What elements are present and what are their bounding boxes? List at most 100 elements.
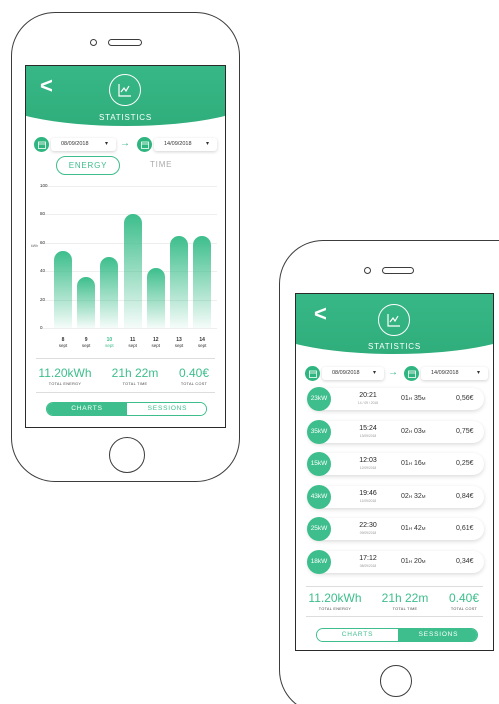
session-row[interactable]: 35kW 15:24 13/09/2018 02H 03M 0,75€ — [307, 419, 484, 444]
session-start-time: 17:12 — [359, 554, 377, 562]
session-row[interactable]: 15kW 12:03 12/09/2018 01H 16M 0,25€ — [307, 452, 484, 476]
session-row[interactable]: 18kW 17:12 08/09/2018 01H 20M 0,34€ — [307, 549, 484, 574]
session-row[interactable]: 43kW 19:46 11/09/2018 02H 32M 0,84€ — [307, 484, 484, 509]
to-date-value: 14/09/2018 — [431, 370, 459, 376]
chart-bar[interactable] — [77, 276, 96, 328]
y-tick-label: 20 — [40, 296, 46, 302]
calendar-icon[interactable] — [404, 366, 419, 381]
total-time-value: 21h 22m — [381, 591, 429, 605]
chart-bar[interactable] — [54, 251, 72, 328]
divider — [306, 586, 483, 587]
tab-charts[interactable]: CHARTS — [47, 403, 127, 415]
line-chart-icon — [109, 74, 141, 106]
grid-line — [40, 328, 217, 329]
home-button[interactable] — [380, 665, 412, 697]
x-tick-label: 12 sept — [151, 337, 161, 348]
chart-bar[interactable] — [193, 235, 212, 328]
session-start-time: 15:24 — [359, 424, 377, 432]
total-energy-label: TOTAL ENERGY — [48, 382, 82, 386]
session-duration: 01H 16M — [401, 460, 426, 467]
session-duration: 02H 32M — [401, 492, 426, 500]
session-duration: 01H 35M — [401, 395, 426, 402]
speaker-grille — [382, 267, 414, 274]
x-tick-label: 8 sept — [58, 337, 68, 348]
from-date-value: 08/09/2018 — [61, 141, 89, 147]
from-date-dropdown[interactable]: 08/09/2018 ▾ — [322, 367, 384, 380]
grid-line — [40, 186, 217, 187]
calendar-icon[interactable] — [137, 137, 152, 152]
session-power-badge: 25kW — [307, 517, 331, 541]
chart-bar[interactable] — [123, 214, 142, 328]
y-tick-label: 40 — [40, 268, 46, 274]
session-row[interactable]: 25kW 22:30 09/09/2018 01H 42M 0,61€ — [307, 517, 484, 541]
chart-bar[interactable] — [146, 268, 165, 328]
session-date: 09/09/2018 — [359, 531, 377, 535]
session-power-badge: 35kW — [307, 419, 331, 444]
chart-bar[interactable] — [170, 235, 188, 328]
session-duration: 01H 42M — [401, 525, 426, 532]
x-tick-label: 14 sept — [197, 337, 207, 348]
chevron-down-icon: ▾ — [476, 370, 480, 376]
x-tick-label: 13 sept — [174, 337, 184, 348]
chevron-down-icon: ▾ — [372, 370, 376, 376]
session-start-time: 19:46 — [359, 489, 377, 497]
to-date-dropdown[interactable]: 14/09/2018 ▾ — [154, 138, 217, 151]
session-row[interactable]: 23kW 20:21 14 / 09 / 2018 01H 35M 0,56€ — [307, 387, 484, 411]
tab-sessions[interactable]: SESSIONS — [127, 403, 206, 415]
date-range-selector: 08/09/2018 ▾ → 14/09/2018 ▾ — [305, 366, 490, 381]
session-cost: 0,84€ — [456, 492, 474, 500]
total-cost-label: TOTAL COST — [450, 607, 478, 611]
total-energy-label: TOTAL ENERGY — [318, 607, 352, 611]
total-energy-value: 11.20kWh — [308, 591, 362, 605]
tab-charts[interactable]: CHARTS — [317, 629, 398, 641]
from-date-dropdown[interactable]: 08/09/2018 ▾ — [51, 138, 116, 151]
arrow-right-icon: → — [120, 138, 130, 149]
chart-bar[interactable] — [100, 257, 119, 328]
x-tick-label: 9 sept — [81, 337, 91, 348]
y-axis-unit: kWh — [31, 244, 38, 248]
chevron-left-icon[interactable]: < — [40, 75, 53, 97]
to-date-dropdown[interactable]: 14/09/2018 ▾ — [421, 367, 488, 380]
total-cost-value: 0.40€ — [448, 591, 480, 605]
session-date: 08/09/2018 — [359, 563, 377, 568]
home-button[interactable] — [109, 437, 145, 473]
time-toggle[interactable]: TIME — [150, 160, 172, 169]
arrow-right-icon: → — [388, 367, 398, 378]
chevron-down-icon: ▾ — [205, 141, 209, 147]
session-date: 12/09/2018 — [359, 466, 377, 470]
tab-sessions[interactable]: SESSIONS — [398, 629, 477, 641]
calendar-icon[interactable] — [34, 137, 49, 152]
calendar-icon[interactable] — [305, 366, 320, 381]
session-start-time: 20:21 — [359, 392, 377, 399]
session-power-badge: 23kW — [307, 387, 331, 411]
y-tick-label: 100 — [40, 183, 48, 188]
session-date: 11/09/2018 — [359, 498, 377, 503]
session-cost: 0,25€ — [456, 460, 474, 467]
divider — [306, 616, 483, 617]
y-tick-label: 80 — [40, 211, 46, 217]
speaker-grille — [108, 39, 142, 46]
statistics-screen-sessions: < STATISTICS 08/09/2018 ▾ → 14/09/2018 ▾… — [295, 293, 494, 651]
session-cost: 0,75€ — [456, 427, 474, 435]
session-date: 14 / 09 / 2018 — [357, 401, 379, 405]
session-power-badge: 43kW — [307, 484, 331, 509]
session-duration: 02H 03M — [401, 427, 426, 435]
from-date-value: 08/09/2018 — [332, 370, 360, 376]
to-date-value: 14/09/2018 — [164, 141, 192, 147]
total-time-label: TOTAL TIME — [122, 382, 148, 386]
x-tick-label: 11 sept — [128, 337, 137, 348]
session-start-time: 22:30 — [359, 522, 377, 529]
chevron-left-icon[interactable]: < — [314, 303, 327, 325]
energy-toggle[interactable]: ENERGY — [56, 156, 120, 175]
session-date: 13/09/2018 — [359, 433, 377, 438]
date-range-selector: 08/09/2018 ▾ → 14/09/2018 ▾ — [34, 137, 219, 152]
y-tick-label: 60 — [40, 239, 46, 245]
session-cost: 0,34€ — [456, 557, 474, 565]
session-cost: 0,61€ — [456, 525, 474, 532]
camera-icon — [364, 267, 371, 274]
chevron-down-icon: ▾ — [104, 141, 108, 147]
total-cost-value: 0.40€ — [178, 366, 210, 380]
line-chart-icon — [378, 304, 410, 336]
session-start-time: 12:03 — [359, 457, 377, 464]
total-cost-label: TOTAL COST — [180, 382, 208, 386]
